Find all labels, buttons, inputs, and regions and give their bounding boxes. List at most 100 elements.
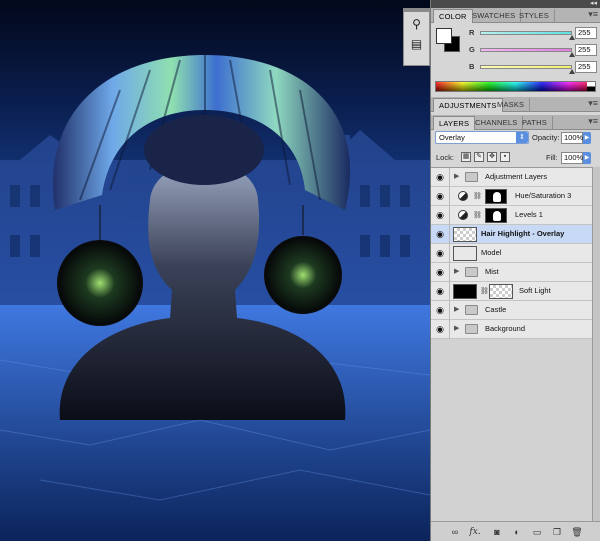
layer-row-hair-highlight[interactable]: ◉ Hair Highlight - Overlay [431, 225, 592, 244]
expand-triangle-icon[interactable]: ▶ [454, 267, 459, 275]
r-slider[interactable] [480, 31, 572, 35]
eye-icon[interactable]: ◉ [433, 322, 447, 336]
layer-name: Hair Highlight - Overlay [481, 229, 565, 238]
g-slider[interactable] [480, 48, 572, 52]
layer-row-mist[interactable]: ◉ ▶ Mist [431, 263, 592, 282]
layer-name: Background [485, 324, 526, 333]
eye-icon[interactable]: ◉ [433, 284, 447, 298]
link-icon[interactable]: ⛓ [473, 211, 482, 219]
dock-grip[interactable] [404, 8, 429, 12]
layer-name: Soft Light [519, 286, 551, 295]
black-white-chips[interactable] [587, 82, 595, 91]
new-group-icon[interactable]: ▭ [531, 526, 543, 538]
trash-icon[interactable]: 🗑 [571, 526, 583, 538]
link-icon[interactable]: ⛓ [473, 192, 482, 200]
fill-dropdown-icon[interactable]: ▶ [583, 152, 591, 164]
usb-icon[interactable]: ⚲ [409, 16, 425, 32]
collapse-icon[interactable]: ◂◂ [590, 0, 597, 7]
layer-thumbnail [453, 284, 477, 299]
eye-icon[interactable]: ◉ [433, 170, 447, 184]
lock-all-icon[interactable]: ▪ [500, 152, 510, 162]
g-value-field[interactable]: 255 [575, 44, 597, 56]
tab-layers[interactable]: LAYERS [433, 116, 476, 130]
tab-channels[interactable]: CHANNELS [470, 116, 524, 130]
panels-dock: ◂◂ COLOR SWATCHES STYLES ▾≡ R 255 G 255 … [430, 0, 600, 541]
mask-thumbnail[interactable] [485, 208, 507, 223]
b-slider[interactable] [480, 65, 572, 69]
layers-empty-area [431, 339, 592, 521]
lock-transparent-icon[interactable]: ▦ [461, 152, 471, 162]
fx-icon[interactable]: fx. [469, 526, 481, 538]
layer-name: Levels 1 [515, 210, 543, 219]
r-label: R [469, 28, 475, 37]
layer-row-hue-saturation[interactable]: ◉ ⛓ Hue/Saturation 3 [431, 187, 592, 206]
opacity-field[interactable]: 100% [561, 132, 583, 144]
right-earring-disc [264, 236, 342, 314]
fill-label: Fill: [546, 153, 558, 162]
folder-icon [465, 267, 478, 277]
eye-icon[interactable]: ◉ [433, 303, 447, 317]
layers-scrollbar[interactable] [592, 167, 600, 521]
fill-field[interactable]: 100% [561, 152, 583, 164]
opacity-dropdown-icon[interactable]: ▶ [583, 132, 591, 144]
layers-bottom-toolbar: ∞ fx. ◙ ◐ ▭ ❐ 🗑 [431, 521, 600, 541]
chevron-down-icon: ⇕ [516, 132, 528, 143]
r-channel-row: R 255 [469, 27, 599, 40]
layer-row-background[interactable]: ◉ ▶ Background [431, 320, 592, 339]
eye-icon[interactable]: ◉ [433, 246, 447, 260]
folder-icon [465, 324, 478, 334]
layers-list[interactable]: ◉ ▶ Adjustment Layers ◉ ⛓ Hue/Saturation… [431, 167, 592, 339]
mask-thumbnail[interactable] [489, 284, 513, 299]
foreground-swatch[interactable] [436, 28, 452, 44]
layer-row-castle[interactable]: ◉ ▶ Castle [431, 301, 592, 320]
layer-thumbnail [453, 227, 477, 242]
link-icon[interactable]: ⛓ [480, 287, 489, 295]
r-value-field[interactable]: 255 [575, 27, 597, 39]
clone-source-icon[interactable]: ▤ [409, 36, 425, 52]
b-label: B [469, 62, 475, 71]
link-icon[interactable]: ∞ [449, 526, 461, 538]
color-tabbar: COLOR SWATCHES STYLES ▾≡ [431, 8, 600, 23]
dock-titlebar[interactable]: ◂◂ [431, 0, 600, 8]
b-value-field[interactable]: 255 [575, 61, 597, 73]
panel-menu-icon[interactable]: ▾≡ [588, 98, 598, 109]
color-spectrum-bar[interactable] [435, 81, 596, 92]
tab-masks[interactable]: MASKS [492, 98, 531, 112]
adjustments-tabbar: ADJUSTMENTS MASKS ▾≡ [431, 97, 600, 112]
adjustment-icon[interactable]: ◐ [511, 526, 523, 538]
panel-menu-icon[interactable]: ▾≡ [588, 116, 598, 127]
layer-name: Hue/Saturation 3 [515, 191, 572, 200]
expand-triangle-icon[interactable]: ▶ [454, 324, 459, 332]
eye-icon[interactable]: ◉ [433, 265, 447, 279]
layer-name: Adjustment Layers [485, 172, 548, 181]
expand-triangle-icon[interactable]: ▶ [454, 305, 459, 313]
adjustment-icon [458, 191, 468, 201]
lock-image-icon[interactable]: ✎ [474, 152, 484, 162]
expand-triangle-icon[interactable]: ▶ [454, 172, 459, 180]
g-label: G [469, 45, 475, 54]
fg-bg-swatches[interactable] [436, 28, 462, 54]
document-canvas[interactable] [0, 0, 430, 541]
layer-row-adjustment-layers[interactable]: ◉ ▶ Adjustment Layers [431, 168, 592, 187]
tab-paths[interactable]: PATHS [517, 116, 553, 130]
new-layer-icon[interactable]: ❐ [551, 526, 563, 538]
eye-icon[interactable]: ◉ [433, 227, 447, 241]
layer-row-levels[interactable]: ◉ ⛓ Levels 1 [431, 206, 592, 225]
layer-thumbnail [453, 246, 477, 261]
eye-icon[interactable]: ◉ [433, 208, 447, 222]
opacity-label: Opacity: [532, 133, 560, 142]
folder-icon [465, 305, 478, 315]
mask-thumbnail[interactable] [485, 189, 507, 204]
layer-row-model[interactable]: ◉ Model [431, 244, 592, 263]
layer-name: Castle [485, 305, 507, 314]
g-channel-row: G 255 [469, 44, 599, 57]
layer-row-soft-light[interactable]: ◉ ⛓ Soft Light [431, 282, 592, 301]
mask-icon[interactable]: ◙ [491, 526, 503, 538]
layer-name: Model [481, 248, 502, 257]
lock-position-icon[interactable]: ✥ [487, 152, 497, 162]
panel-menu-icon[interactable]: ▾≡ [588, 9, 598, 20]
left-earring-disc [57, 240, 143, 326]
blend-mode-select[interactable]: Overlay ⇕ [435, 131, 529, 144]
tab-styles[interactable]: STYLES [514, 9, 555, 23]
eye-icon[interactable]: ◉ [433, 189, 447, 203]
